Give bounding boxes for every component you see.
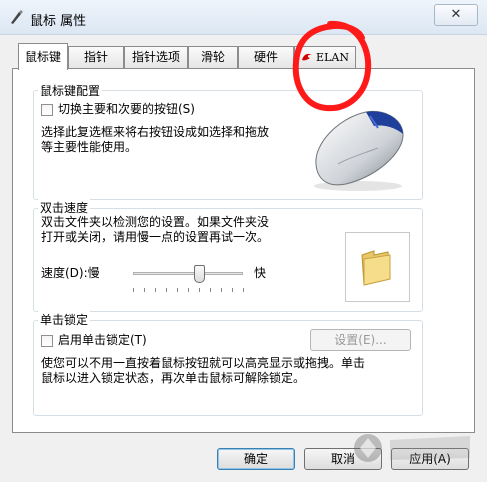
slider-tick xyxy=(221,288,222,292)
slider-tick xyxy=(144,288,145,292)
click-lock-desc-1: 使您可以不用一直按着鼠标按钮就可以高亮显示或拖拽。单击 xyxy=(41,356,366,370)
tab-label: 指针 xyxy=(83,50,108,64)
tab-label: 滑轮 xyxy=(200,50,225,64)
double-click-legend: 双击速度 xyxy=(38,199,91,216)
button-config-legend: 鼠标键配置 xyxy=(38,82,103,99)
tab-label: 指针选项 xyxy=(131,50,180,64)
double-click-desc-1: 双击文件夹以检测您的设置。如果文件夹没 xyxy=(41,215,270,229)
slider-tick xyxy=(199,288,200,292)
slider-tick xyxy=(243,288,244,292)
tab-wheel[interactable]: 滑轮 xyxy=(188,46,238,68)
tab-pointer-options[interactable]: 指针选项 xyxy=(124,46,188,68)
switch-buttons-label: 切换主要和次要的按钮(S) xyxy=(58,102,195,116)
speed-fast-label: 快 xyxy=(254,266,267,280)
close-button[interactable]: ✕ xyxy=(434,4,478,26)
switch-buttons-checkbox[interactable] xyxy=(41,104,53,116)
click-lock-legend: 单击锁定 xyxy=(38,311,91,328)
close-icon: ✕ xyxy=(450,7,462,22)
slider-tick xyxy=(133,288,134,292)
window-title: 鼠标 属性 xyxy=(30,14,87,29)
tab-buttons[interactable]: 鼠标键 xyxy=(18,43,68,70)
double-click-speed-slider[interactable] xyxy=(133,272,243,275)
tab-pointers[interactable]: 指针 xyxy=(68,46,124,68)
tab-hardware[interactable]: 硬件 xyxy=(238,46,294,68)
speed-slow-label: 速度(D):慢 xyxy=(41,266,100,280)
slider-tick xyxy=(232,288,233,292)
tab-label: 硬件 xyxy=(253,50,278,64)
double-click-desc-2: 打开或关闭，请用慢一点的设置再试一次。 xyxy=(41,230,270,244)
mouse-pointer-icon xyxy=(11,10,23,24)
slider-tick xyxy=(155,288,156,292)
tab-label: 鼠标键 xyxy=(24,50,61,64)
mouse-illustration-icon xyxy=(314,110,404,191)
slider-tick xyxy=(210,288,211,292)
click-lock-checkbox[interactable] xyxy=(41,335,53,347)
button-config-desc-1: 选择此复选框来将右按钮设成如选择和拖放 xyxy=(41,125,270,139)
click-lock-settings-button[interactable]: 设置(E)... xyxy=(310,329,411,351)
slider-tick xyxy=(166,288,167,292)
annotation-circle xyxy=(292,20,372,112)
double-click-test-area[interactable] xyxy=(345,232,410,302)
button-config-desc-2: 等主要性能使用。 xyxy=(41,140,138,154)
folder-icon xyxy=(361,250,391,286)
slider-thumb[interactable] xyxy=(193,265,205,283)
click-lock-label: 启用单击锁定(T) xyxy=(58,333,147,347)
ok-button[interactable]: 确定 xyxy=(217,448,295,470)
slider-tick xyxy=(177,288,178,292)
slider-tick xyxy=(188,288,189,292)
watermark-logo xyxy=(354,434,470,462)
click-lock-desc-2: 鼠标以进入锁定状态，再次单击鼠标可解除锁定。 xyxy=(41,371,306,385)
